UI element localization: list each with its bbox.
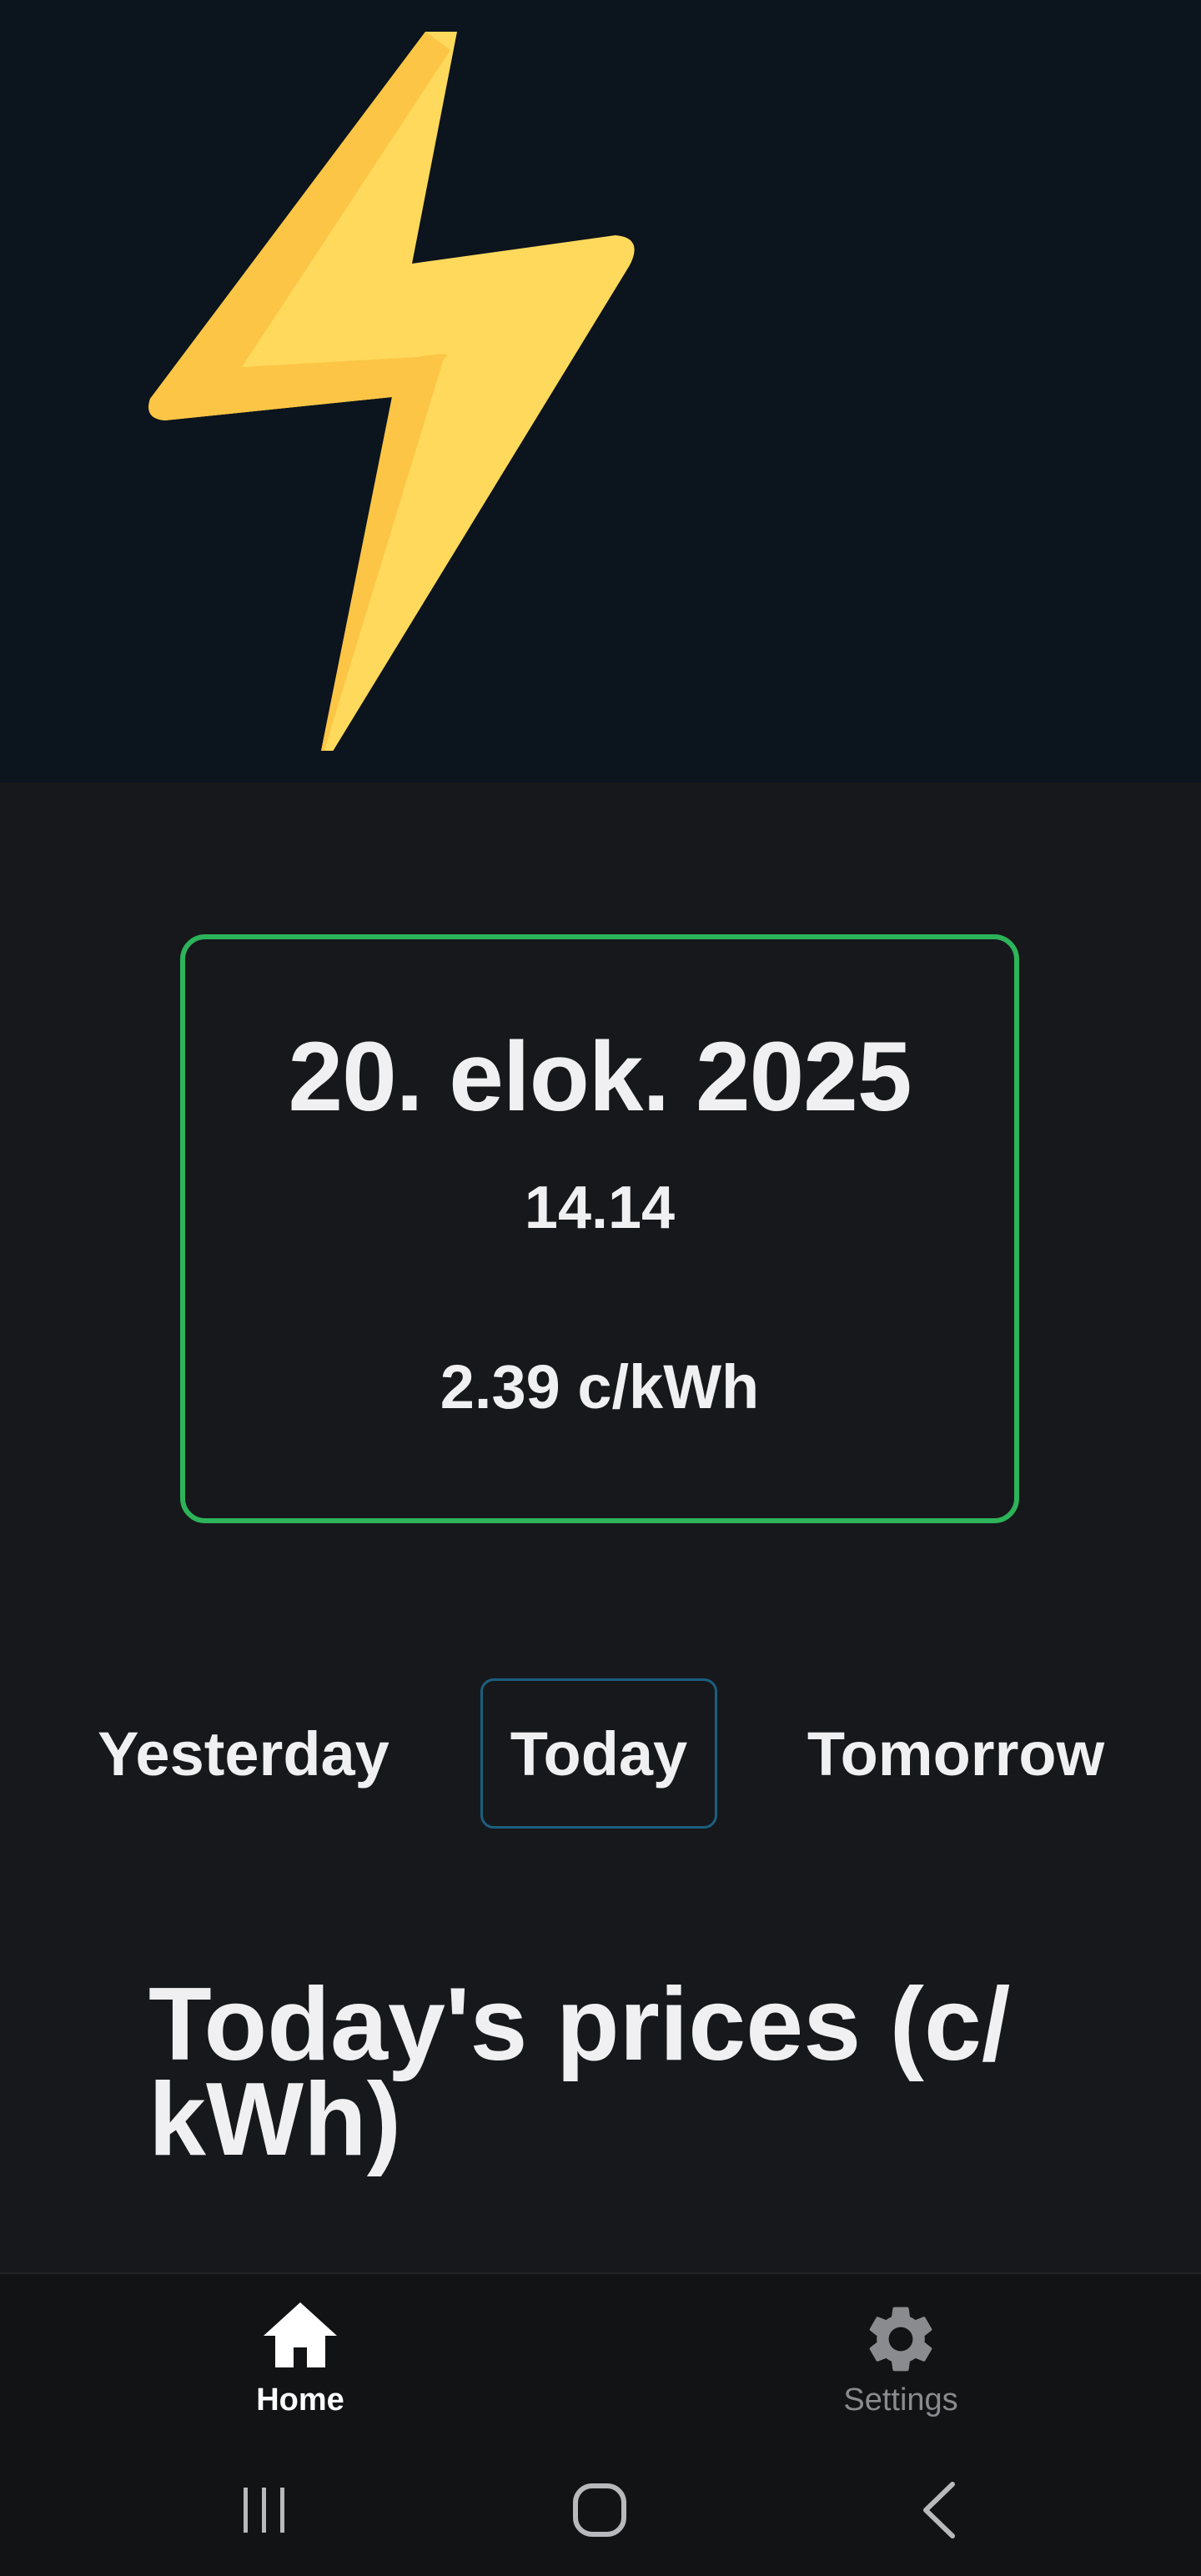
nav-home-button[interactable]: Home: [192, 2274, 409, 2449]
recents-icon[interactable]: [227, 2473, 302, 2548]
prices-section-heading: Today's prices (c/ kWh): [148, 1967, 1011, 2177]
hero-banner: [0, 0, 1201, 782]
tab-today[interactable]: Today: [480, 1678, 717, 1829]
app-screen: 20. elok. 2025 14.14 2.39 c/kWh Yesterda…: [0, 0, 1201, 2576]
system-home-icon[interactable]: [560, 2473, 641, 2548]
tab-tomorrow[interactable]: Tomorrow: [801, 1678, 1111, 1829]
tab-yesterday[interactable]: Yesterday: [83, 1678, 404, 1829]
current-date: 20. elok. 2025: [288, 1022, 912, 1132]
lightning-bolt-icon: [148, 32, 635, 751]
current-time: 14.14: [524, 1175, 676, 1241]
nav-settings-button[interactable]: Settings: [792, 2274, 1009, 2449]
gear-icon: [869, 2307, 932, 2372]
back-icon[interactable]: [902, 2473, 977, 2548]
nav-home-label: Home: [256, 2382, 344, 2418]
current-price-card: 20. elok. 2025 14.14 2.39 c/kWh: [180, 934, 1019, 1523]
system-navigation-bar: [0, 2448, 1201, 2576]
current-price: 2.39 c/kWh: [440, 1352, 760, 1421]
nav-settings-label: Settings: [843, 2382, 958, 2418]
bottom-navigation: Home Settings: [0, 2272, 1201, 2448]
home-icon: [264, 2302, 337, 2367]
